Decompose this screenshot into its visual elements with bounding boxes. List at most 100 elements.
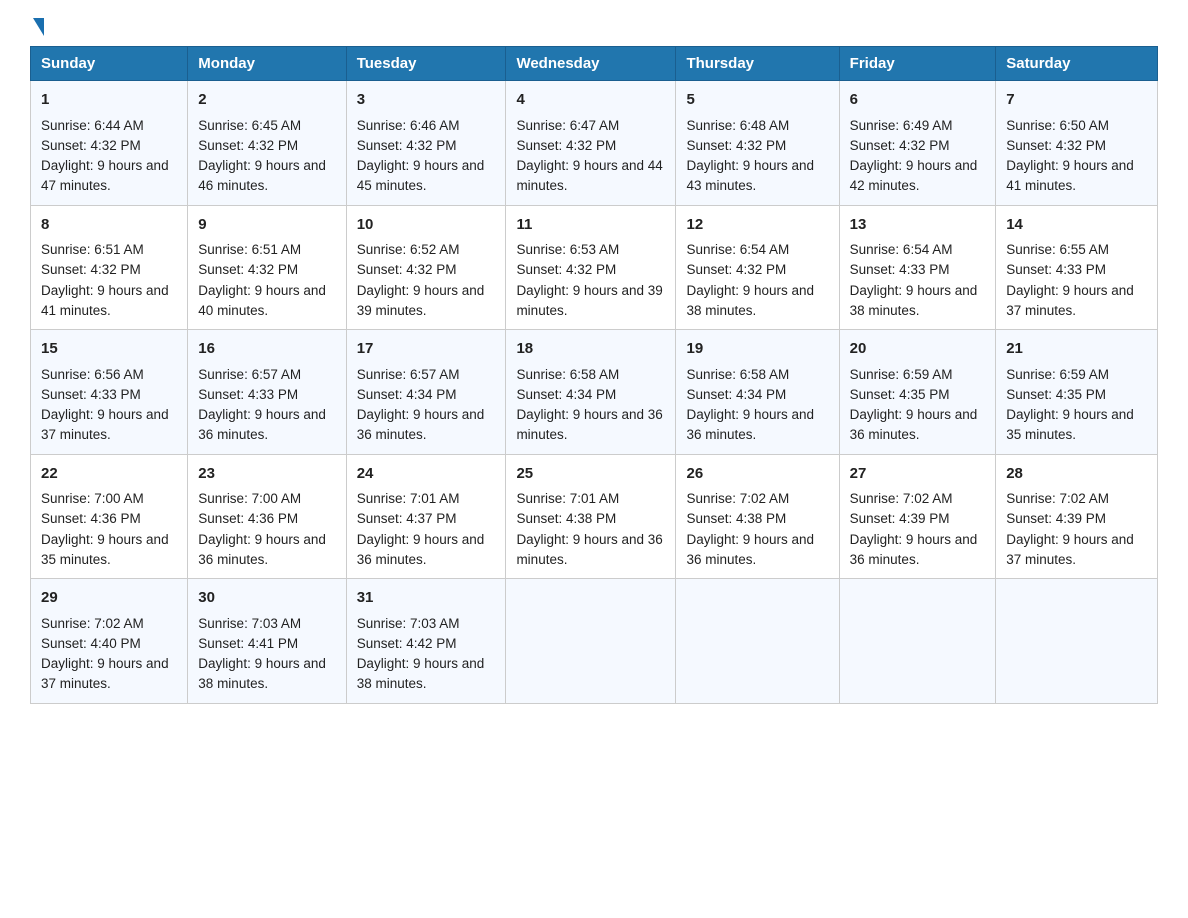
- calendar-cell: 6Sunrise: 6:49 AMSunset: 4:32 PMDaylight…: [839, 81, 996, 206]
- sunset-text: Sunset: 4:34 PM: [686, 387, 786, 402]
- sunset-text: Sunset: 4:33 PM: [1006, 262, 1106, 277]
- sunrise-text: Sunrise: 6:50 AM: [1006, 118, 1109, 133]
- day-number: 12: [686, 214, 828, 237]
- day-number: 2: [198, 89, 335, 112]
- calendar-week-row: 22 Sunrise: 7:00 AM Sunset: 4:36 PM Dayligh…: [31, 454, 1158, 579]
- sunrise-text: Sunrise: 6:52 AM: [357, 242, 460, 257]
- sunset-text: Sunset: 4:34 PM: [516, 387, 616, 402]
- sunset-text: Sunset: 4:35 PM: [1006, 387, 1106, 402]
- sunrise-text: Sunrise: 6:55 AM: [1006, 242, 1109, 257]
- sunset-text: Sunset: 4:42 PM: [357, 636, 457, 651]
- sunrise-text: Sunrise: 6:49 AM: [850, 118, 953, 133]
- day-number: 7: [1006, 89, 1147, 112]
- calendar-cell: 18Sunrise: 6:58 AMSunset: 4:34 PMDayligh…: [506, 330, 676, 455]
- day-number: 5: [686, 89, 828, 112]
- sunset-text: Sunset: 4:32 PM: [1006, 138, 1106, 153]
- daylight-text: Daylight: 9 hours and 36 minutes.: [850, 407, 978, 442]
- sunrise-text: Sunrise: 7:02 AM: [850, 491, 953, 506]
- sunrise-text: Sunrise: 6:57 AM: [357, 367, 460, 382]
- daylight-text: Daylight: 9 hours and 36 minutes.: [686, 532, 814, 567]
- sunrise-text: Sunrise: 7:00 AM: [198, 491, 301, 506]
- sunrise-text: Sunrise: 7:02 AM: [1006, 491, 1109, 506]
- day-number: 8: [41, 214, 177, 237]
- calendar-cell: [676, 579, 839, 704]
- daylight-text: Daylight: 9 hours and 44 minutes.: [516, 158, 662, 193]
- sunrise-text: Sunrise: 7:01 AM: [516, 491, 619, 506]
- day-number: 15: [41, 338, 177, 361]
- sunset-text: Sunset: 4:32 PM: [686, 262, 786, 277]
- daylight-text: Daylight: 9 hours and 37 minutes.: [41, 656, 169, 691]
- calendar-cell: 23Sunrise: 7:00 AMSunset: 4:36 PMDayligh…: [188, 454, 346, 579]
- calendar-body: 1Sunrise: 6:44 AMSunset: 4:32 PMDaylight…: [31, 81, 1158, 704]
- day-number: 30: [198, 587, 335, 610]
- calendar-cell: 8Sunrise: 6:51 AMSunset: 4:32 PMDaylight…: [31, 205, 188, 330]
- sunset-text: Sunset: 4:32 PM: [850, 138, 950, 153]
- sunrise-text: Sunrise: 6:51 AM: [198, 242, 301, 257]
- calendar-cell: 16Sunrise: 6:57 AMSunset: 4:33 PMDayligh…: [188, 330, 346, 455]
- sunrise-text: Sunrise: 6:46 AM: [357, 118, 460, 133]
- day-number: 10: [357, 214, 496, 237]
- sunset-text: Sunset: 4:33 PM: [850, 262, 950, 277]
- sunrise-text: Sunrise: 6:54 AM: [850, 242, 953, 257]
- day-number: 16: [198, 338, 335, 361]
- sunset-text: Sunset: 4:34 PM: [357, 387, 457, 402]
- calendar-cell: 30Sunrise: 7:03 AMSunset: 4:41 PMDayligh…: [188, 579, 346, 704]
- sunset-text: Sunset: 4:38 PM: [516, 511, 616, 526]
- sunset-text: Sunset: 4:32 PM: [686, 138, 786, 153]
- calendar-cell: 13 Sunrise: 6:54 AM Sunset: 4:33 PM Dayligh…: [839, 205, 996, 330]
- header-row: Sunday Monday Tuesday Wednesday Thursday…: [31, 47, 1158, 81]
- daylight-text: Daylight: 9 hours and 36 minutes.: [516, 532, 662, 567]
- sunset-text: Sunset: 4:37 PM: [357, 511, 457, 526]
- day-number: 17: [357, 338, 496, 361]
- logo: [30, 20, 44, 36]
- sunset-text: Sunset: 4:32 PM: [357, 262, 457, 277]
- day-number: 18: [516, 338, 665, 361]
- sunset-text: Sunset: 4:33 PM: [41, 387, 141, 402]
- sunset-text: Sunset: 4:38 PM: [686, 511, 786, 526]
- sunset-text: Sunset: 4:32 PM: [357, 138, 457, 153]
- day-number: 27: [850, 463, 986, 486]
- day-number: 31: [357, 587, 496, 610]
- daylight-text: Daylight: 9 hours and 36 minutes.: [516, 407, 662, 442]
- sunrise-text: Sunrise: 6:47 AM: [516, 118, 619, 133]
- day-number: 6: [850, 89, 986, 112]
- calendar-cell: 27Sunrise: 7:02 AMSunset: 4:39 PMDayligh…: [839, 454, 996, 579]
- sunrise-text: Sunrise: 7:02 AM: [686, 491, 789, 506]
- calendar-week-row: 1Sunrise: 6:44 AMSunset: 4:32 PMDaylight…: [31, 81, 1158, 206]
- sunrise-text: Sunrise: 6:45 AM: [198, 118, 301, 133]
- calendar-week-row: 15Sunrise: 6:56 AMSunset: 4:33 PMDayligh…: [31, 330, 1158, 455]
- sunset-text: Sunset: 4:32 PM: [198, 138, 298, 153]
- day-number: 4: [516, 89, 665, 112]
- day-number: 13: [850, 214, 986, 237]
- col-tuesday: Tuesday: [346, 47, 506, 81]
- day-number: 14: [1006, 214, 1147, 237]
- day-number: 28: [1006, 463, 1147, 486]
- sunrise-text: Sunrise: 6:44 AM: [41, 118, 144, 133]
- calendar-cell: 31Sunrise: 7:03 AMSunset: 4:42 PMDayligh…: [346, 579, 506, 704]
- sunset-text: Sunset: 4:32 PM: [41, 262, 141, 277]
- daylight-text: Daylight: 9 hours and 47 minutes.: [41, 158, 169, 193]
- daylight-text: Daylight: 9 hours and 40 minutes.: [198, 283, 326, 318]
- page-header: [30, 20, 1158, 36]
- daylight-text: Daylight: 9 hours and 37 minutes.: [41, 407, 169, 442]
- daylight-text: Daylight: 9 hours and 38 minutes.: [198, 656, 326, 691]
- calendar-cell: 26Sunrise: 7:02 AMSunset: 4:38 PMDayligh…: [676, 454, 839, 579]
- daylight-text: Daylight: 9 hours and 37 minutes.: [1006, 532, 1134, 567]
- calendar-cell: 3Sunrise: 6:46 AMSunset: 4:32 PMDaylight…: [346, 81, 506, 206]
- daylight-text: Daylight: 9 hours and 36 minutes.: [198, 532, 326, 567]
- calendar-cell: 15Sunrise: 6:56 AMSunset: 4:33 PMDayligh…: [31, 330, 188, 455]
- calendar-cell: 12Sunrise: 6:54 AMSunset: 4:32 PMDayligh…: [676, 205, 839, 330]
- calendar-cell: 28Sunrise: 7:02 AMSunset: 4:39 PMDayligh…: [996, 454, 1158, 579]
- calendar-cell: [996, 579, 1158, 704]
- sunset-text: Sunset: 4:36 PM: [41, 511, 141, 526]
- daylight-text: Daylight: 9 hours and 38 minutes.: [850, 283, 978, 318]
- sunrise-text: Sunrise: 7:03 AM: [357, 616, 460, 631]
- sunrise-text: Sunrise: 6:58 AM: [686, 367, 789, 382]
- day-number: 22: [41, 463, 177, 486]
- daylight-text: Daylight: 9 hours and 43 minutes.: [686, 158, 814, 193]
- sunrise-text: Sunrise: 6:57 AM: [198, 367, 301, 382]
- calendar-cell: 4Sunrise: 6:47 AMSunset: 4:32 PMDaylight…: [506, 81, 676, 206]
- calendar-week-row: 8 Sunrise: 6:51 AM Sunset: 4:32 PM Daylight…: [31, 205, 1158, 330]
- sunset-text: Sunset: 4:32 PM: [41, 138, 141, 153]
- day-number: 21: [1006, 338, 1147, 361]
